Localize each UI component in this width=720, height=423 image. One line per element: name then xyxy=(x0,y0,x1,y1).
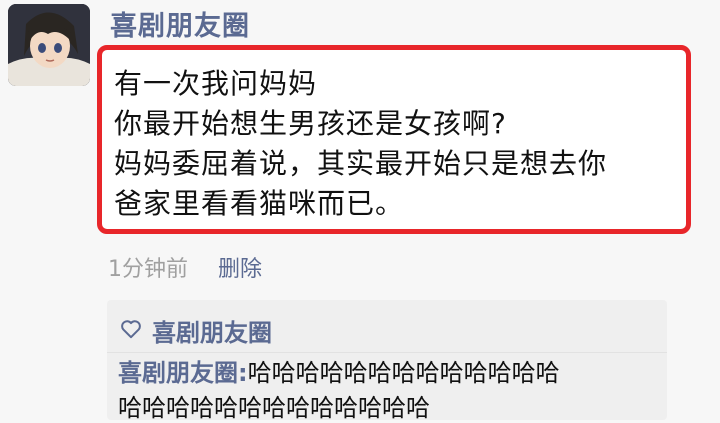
post-text-line: 有一次我问妈妈 xyxy=(114,67,318,100)
post-author-name[interactable]: 喜剧朋友圈 xyxy=(110,4,250,43)
comment-text: 哈哈哈哈哈哈哈哈哈哈哈哈哈 xyxy=(247,359,560,387)
like-user-name[interactable]: 喜剧朋友圈 xyxy=(152,313,272,348)
likes-row: 喜剧朋友圈 xyxy=(120,313,272,348)
post-timestamp: 1分钟前 xyxy=(108,257,188,282)
post-text-line: 爸家里看看猫咪而已。 xyxy=(114,187,405,220)
post-content: 有一次我问妈妈 你最开始想生男孩还是女孩啊? 妈妈委屈着说，其实最开始只是想去你… xyxy=(97,45,691,234)
divider xyxy=(107,352,667,353)
comment-text-continued: 哈哈哈哈哈哈哈哈哈哈哈哈哈 xyxy=(118,394,430,422)
comment-author[interactable]: 喜剧朋友圈: xyxy=(118,359,248,387)
heart-outline-icon xyxy=(120,317,142,345)
comment-item[interactable]: 喜剧朋友圈:哈哈哈哈哈哈哈哈哈哈哈哈哈 xyxy=(118,358,678,388)
post-text-line: 你最开始想生男孩还是女孩啊? xyxy=(114,107,507,140)
delete-button[interactable]: 删除 xyxy=(218,251,262,283)
post-text-line: 妈妈委屈着说，其实最开始只是想去你 xyxy=(114,147,608,180)
avatar[interactable] xyxy=(8,4,90,86)
anime-avatar-image xyxy=(8,4,90,86)
